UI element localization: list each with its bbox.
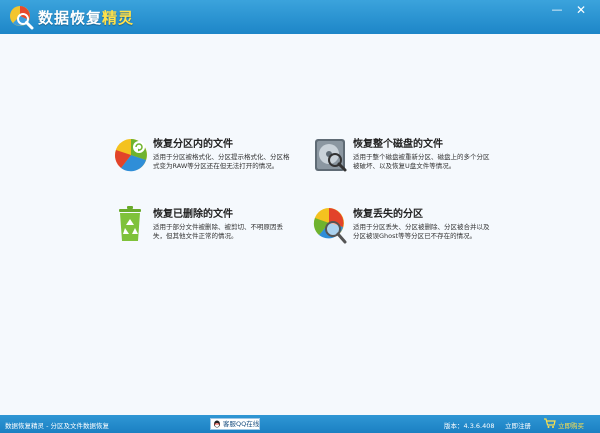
app-title-accent: 精灵 bbox=[102, 9, 135, 27]
option-description: 适用于整个磁盘被重新分区、磁盘上的多个分区被破坏、以及恢复U盘文件等情况。 bbox=[353, 153, 490, 170]
minimize-button[interactable]: — bbox=[548, 3, 566, 17]
version-text: 版本：4.3.6.408 bbox=[444, 422, 495, 430]
qq-support-label: 客服QQ在线 bbox=[223, 420, 260, 428]
option-description: 适用于分区被格式化、分区提示格式化、分区格式变为RAW等分区还在但无法打开的情况… bbox=[153, 153, 290, 170]
option-title: 恢复分区内的文件 bbox=[153, 139, 233, 150]
option-description: 适用于分区丢失、分区被删除、分区被合并以及分区被误Ghost等等分区已不存在的情… bbox=[353, 223, 490, 240]
qq-penguin-icon bbox=[214, 420, 220, 428]
recycle-bin-icon bbox=[119, 206, 141, 241]
option-description: 适用于部分文件被删除、被剪切、不明原因丢失，但其他文件正常的情况。 bbox=[153, 223, 283, 240]
pie-chart-refresh-icon bbox=[115, 139, 147, 172]
qq-support-button[interactable]: 客服QQ在线 bbox=[210, 418, 260, 430]
option-title: 恢复已删除的文件 bbox=[153, 209, 233, 220]
option-title: 恢复整个磁盘的文件 bbox=[353, 139, 443, 150]
register-link[interactable]: 立即注册 bbox=[505, 420, 531, 430]
recover-partition-files-option[interactable]: 恢复分区内的文件 适用于分区被格式化、分区提示格式化、分区格式变为RAW等分区还… bbox=[113, 135, 303, 195]
title-bar: 数据恢复精灵 — ✕ bbox=[0, 0, 600, 34]
pie-chart-search-icon bbox=[313, 208, 347, 244]
buy-now-link[interactable]: 立即购买 bbox=[558, 420, 584, 430]
hard-disk-search-icon bbox=[315, 139, 347, 172]
app-title: 数据恢复精灵 bbox=[38, 7, 134, 28]
status-app-name: 数据恢复精灵 - 分区及文件数据恢复 bbox=[5, 422, 109, 430]
app-title-main: 数据恢复 bbox=[38, 9, 103, 27]
recover-lost-partition-option[interactable]: 恢复丢失的分区 适用于分区丢失、分区被删除、分区被合并以及分区被误Ghost等等… bbox=[313, 205, 503, 265]
app-logo-icon bbox=[10, 6, 34, 30]
recover-deleted-files-option[interactable]: 恢复已删除的文件 适用于部分文件被删除、被剪切、不明原因丢失，但其他文件正常的情… bbox=[113, 205, 303, 265]
status-bar: 数据恢复精灵 - 分区及文件数据恢复 客服QQ在线 版本：4.3.6.408 立… bbox=[0, 415, 600, 433]
close-button[interactable]: ✕ bbox=[572, 3, 590, 17]
shopping-cart-icon[interactable] bbox=[544, 418, 556, 429]
recover-whole-disk-option[interactable]: 恢复整个磁盘的文件 适用于整个磁盘被重新分区、磁盘上的多个分区被破坏、以及恢复U… bbox=[313, 135, 503, 195]
option-title: 恢复丢失的分区 bbox=[353, 209, 423, 220]
